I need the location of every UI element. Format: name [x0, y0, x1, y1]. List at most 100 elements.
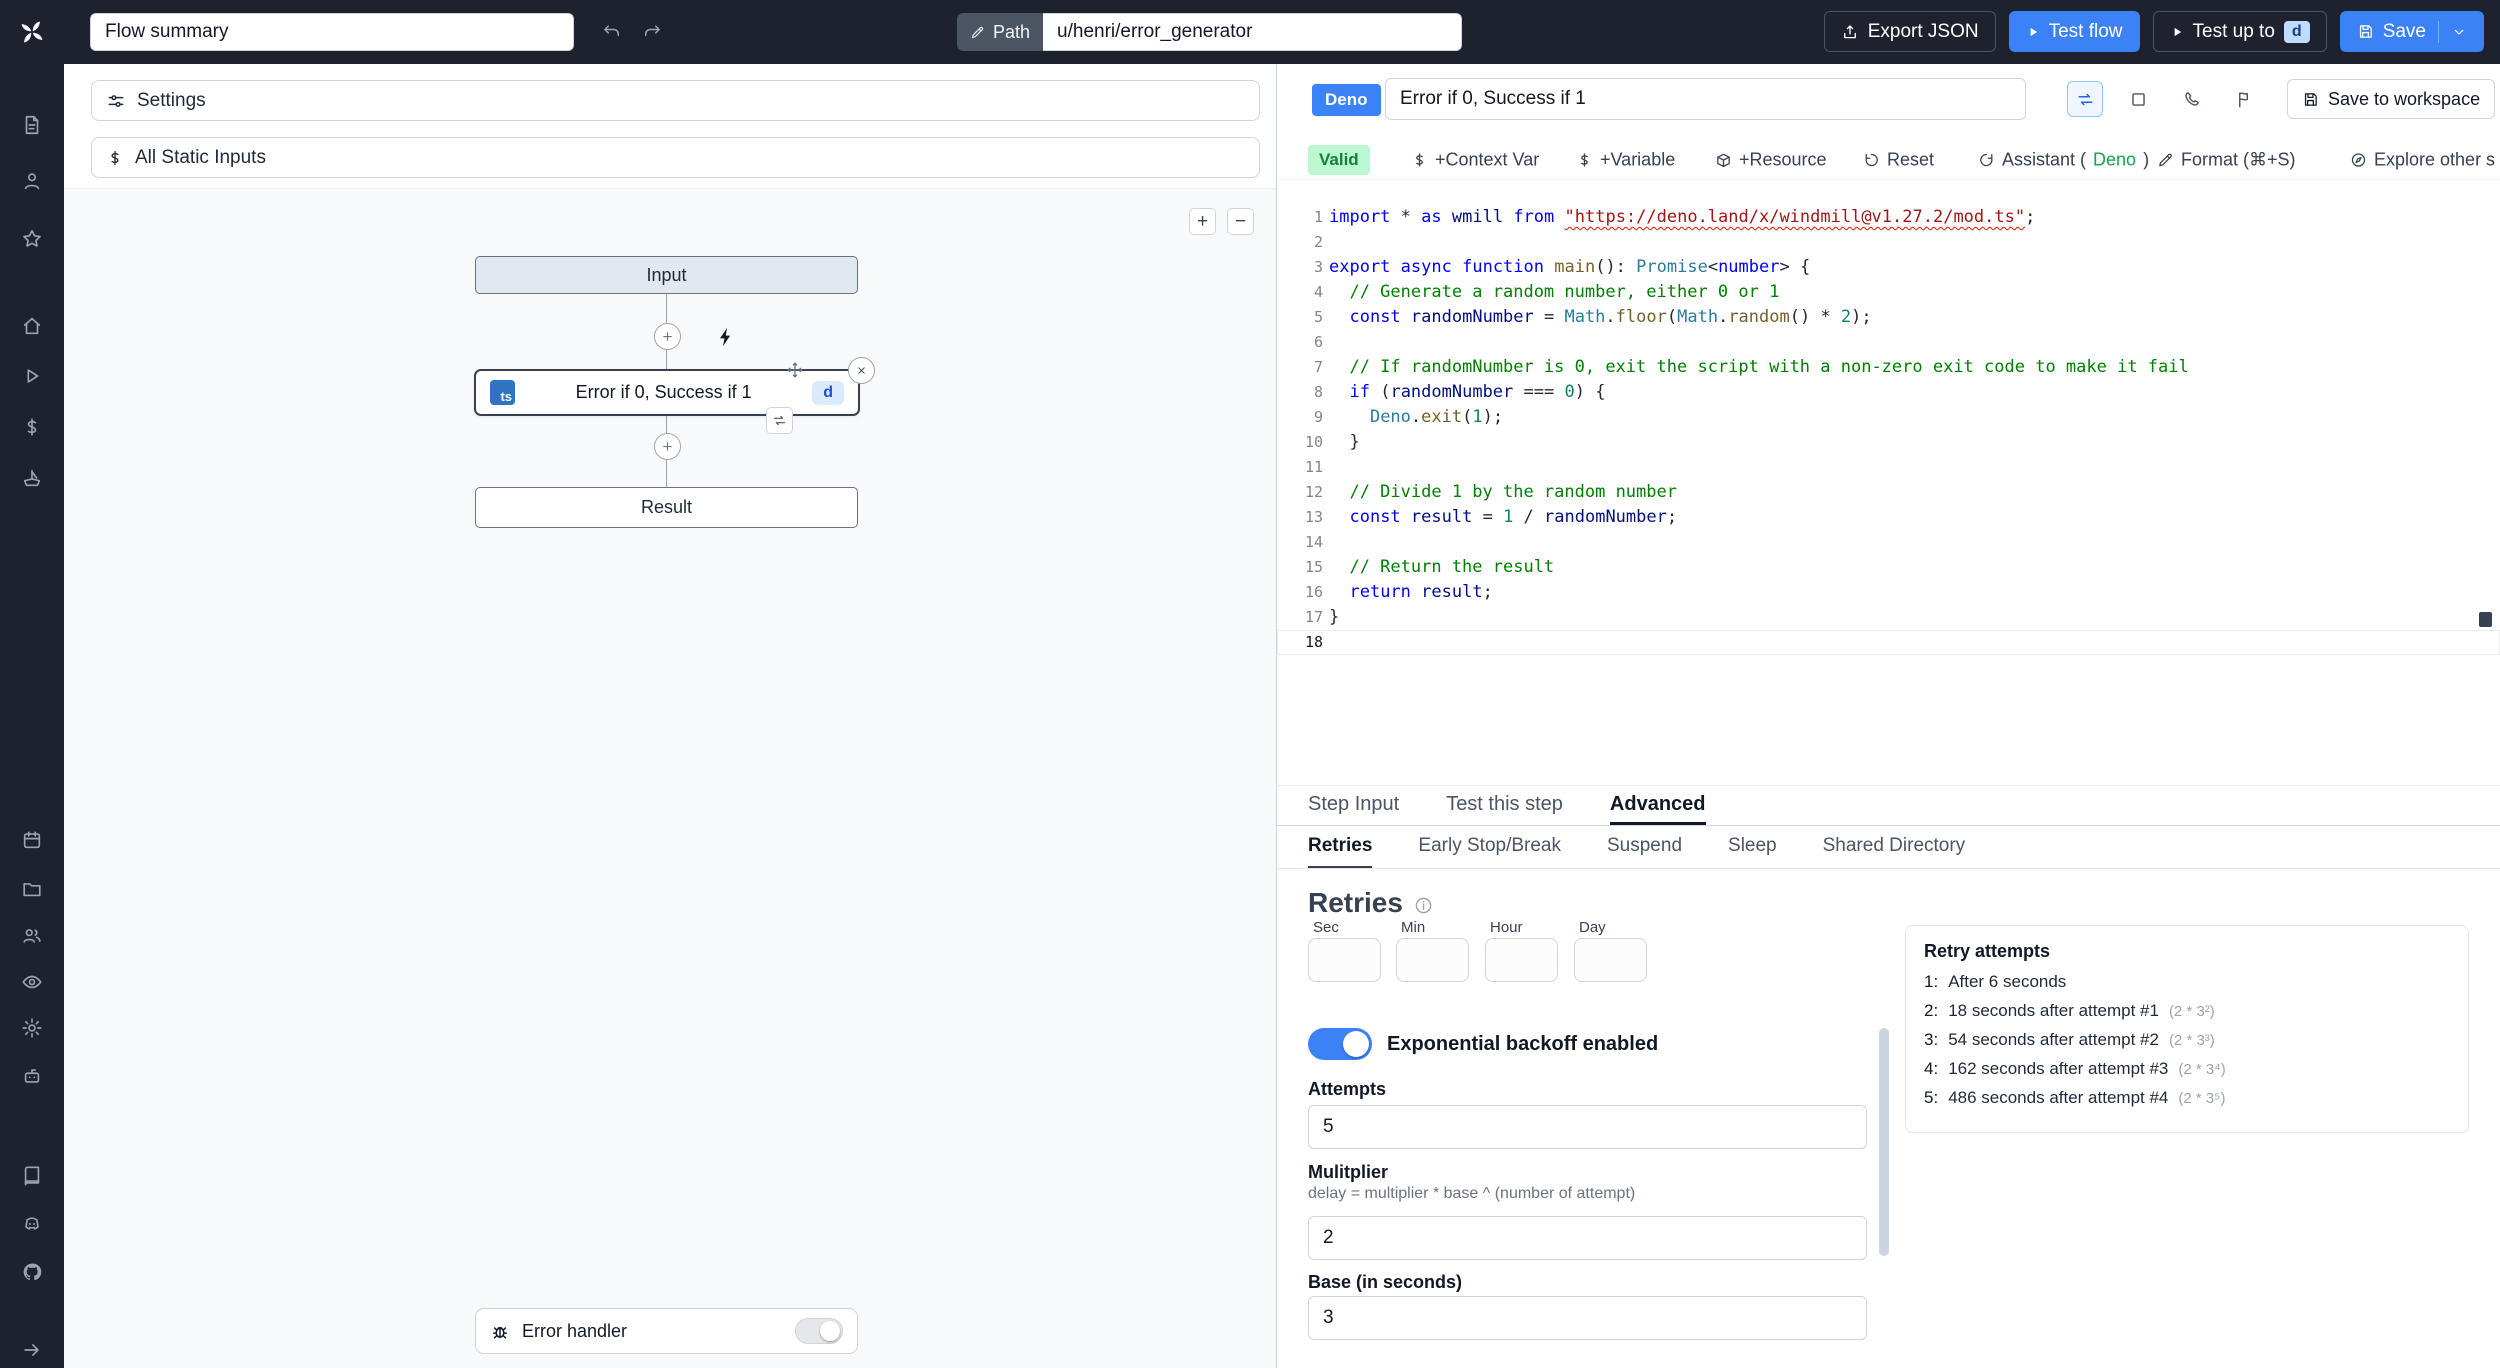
info-icon[interactable] [1414, 896, 1433, 915]
play-solid-icon [2174, 27, 2181, 36]
code-line: 5 const randomNumber = Math.floor(Math.r… [1277, 305, 2500, 330]
phone-icon-button[interactable] [2173, 81, 2209, 117]
toolbar-context-var-button[interactable]: +Context Var [1411, 149, 1539, 170]
dollar-icon [111, 150, 119, 165]
bolt-icon [720, 327, 731, 347]
exponential-backoff-toggle[interactable] [1308, 1028, 1372, 1060]
sidebar-home-button[interactable] [0, 309, 64, 343]
scrollbar-mark[interactable] [2479, 612, 2492, 627]
code-line: 12 // Divide 1 by the random number [1277, 480, 2500, 505]
sidebar-discord-button[interactable] [0, 1207, 64, 1241]
sidebar-gear-button[interactable] [0, 1011, 64, 1045]
users-icon [23, 929, 41, 943]
step-name-input[interactable] [1385, 78, 2026, 120]
sidebar-bot-button[interactable] [0, 1059, 64, 1093]
code-line: 9 Deno.exit(1); [1277, 405, 2500, 430]
chevron-down-icon [2454, 29, 2464, 35]
undo-button[interactable] [594, 14, 630, 50]
multiplier-input[interactable] [1308, 1216, 1867, 1260]
tab-advanced[interactable]: Advanced [1609, 786, 1706, 825]
sidebar-calendar-button[interactable] [0, 823, 64, 857]
time-unit-input-hour[interactable] [1485, 938, 1558, 982]
sidebar-star-button[interactable] [0, 222, 64, 256]
toggle-knob [1343, 1031, 1369, 1057]
save-to-workspace-button[interactable]: Save to workspace [2287, 79, 2496, 119]
tab-test-this-step[interactable]: Test this step [1446, 786, 1563, 825]
sidebar-github-button[interactable] [0, 1255, 64, 1289]
flow-settings-button[interactable]: Settings [91, 80, 1260, 121]
insert-step-button[interactable] [654, 323, 681, 350]
sidebar-folder-button[interactable] [0, 872, 64, 906]
flow-node-step[interactable]: ts Error if 0, Success if 1 d [474, 357, 875, 434]
tab-step-input[interactable]: Step Input [1308, 786, 1399, 825]
diff-icon-button[interactable] [2120, 81, 2156, 117]
play-icon [2026, 25, 2040, 39]
sidebar-dollar-button[interactable] [0, 410, 64, 444]
bolt-icon-button[interactable] [712, 323, 740, 351]
sidebar-eye-button[interactable] [0, 965, 64, 999]
subtab-retries[interactable]: Retries [1308, 826, 1373, 868]
toolbar-reset-button[interactable]: Reset [1863, 149, 1934, 170]
sync-icon-button[interactable] [2067, 81, 2103, 117]
subtab-early-stop-break[interactable]: Early Stop/Break [1418, 826, 1561, 868]
toolbar-explore-button[interactable]: Explore other s [2350, 149, 2495, 170]
test-up-to-button[interactable]: Test up to d [2152, 11, 2327, 52]
code-line: 8 if (randomNumber === 0) { [1277, 380, 2500, 405]
code-lines: 1 import * as wmill from "https://deno.la… [1277, 205, 2500, 655]
base-input[interactable] [1308, 1296, 1867, 1340]
redo-button[interactable] [634, 14, 670, 50]
subtab-sleep[interactable]: Sleep [1728, 826, 1777, 868]
sidebar-user-button[interactable] [0, 164, 64, 198]
flow-canvas[interactable]: + − Input ts Error if 0, Success if 1 d … [64, 188, 1276, 1368]
all-static-inputs-button[interactable]: All Static Inputs [91, 137, 1260, 178]
flow-summary-input[interactable] [90, 13, 574, 51]
retry-attempt-row: 2: 18 seconds after attempt #1 (2 * 3²) [1924, 1001, 2215, 1020]
error-handler-toggle[interactable] [795, 1318, 843, 1344]
scrollbar-thumb[interactable] [1879, 1028, 1889, 1256]
chevron-down-icon[interactable] [2451, 24, 2467, 40]
attempts-label: Attempts [1308, 1079, 1387, 1099]
backoff-row: Exponential backoff enabled [1308, 1028, 1658, 1060]
windmill-logo[interactable] [0, 0, 64, 64]
save-button[interactable]: Save [2339, 11, 2484, 52]
sidebar-document-button[interactable] [0, 108, 64, 142]
code-line: 18 [1277, 630, 2500, 655]
retry-attempts-box: Retry attempts 1: After 6 seconds 2: 18 sec… [1905, 925, 2469, 1133]
sidebar-play-button[interactable] [0, 359, 64, 393]
attempts-input[interactable] [1308, 1105, 1867, 1149]
code-line: 3 export async function main(): Promise<n… [1277, 255, 2500, 280]
toolbar-resource-button[interactable]: +Resource [1715, 149, 1827, 170]
line-number: 12 [1304, 483, 1323, 501]
flow-node-result[interactable]: Result [475, 487, 858, 528]
loop-node-button[interactable] [766, 407, 793, 434]
subtab-suspend[interactable]: Suspend [1607, 826, 1682, 868]
export-json-button[interactable]: Export JSON [1823, 11, 1996, 52]
flow-panel: Settings All Static Inputs + − Input ts … [64, 64, 1276, 1368]
sidebar-book-button[interactable] [0, 1159, 64, 1193]
typescript-badge: ts [490, 380, 515, 405]
sidebar-ship-button[interactable] [0, 461, 64, 495]
time-unit-input-day[interactable] [1574, 938, 1647, 982]
toolbar-assistant-button[interactable]: Assistant (Deno) [1978, 149, 2149, 170]
left-icon-sidebar [0, 64, 64, 1368]
toolbar-format-button[interactable]: Format (⌘+S) [2157, 149, 2296, 170]
code-editor[interactable]: 1 import * as wmill from "https://deno.la… [1277, 180, 2500, 785]
test-flow-button[interactable]: Test flow [2008, 11, 2140, 52]
insert-step-button[interactable] [654, 433, 681, 460]
time-unit-input-sec[interactable] [1308, 938, 1381, 982]
subtab-shared-directory[interactable]: Shared Directory [1823, 826, 1966, 868]
error-handler-row[interactable]: Error handler [475, 1308, 858, 1354]
sidebar-expand-button[interactable] [0, 1333, 64, 1367]
zoom-out-button[interactable]: − [1227, 208, 1254, 235]
sidebar-users-button[interactable] [0, 918, 64, 952]
zoom-in-button[interactable]: + [1189, 208, 1216, 235]
time-unit-input-min[interactable] [1396, 938, 1469, 982]
path-input[interactable] [1043, 13, 1463, 51]
flow-node-input[interactable]: Input [475, 256, 858, 294]
code-line: 17} [1277, 605, 2500, 630]
move-node-handle[interactable] [782, 357, 807, 382]
delete-node-button[interactable] [848, 357, 875, 384]
flag-icon-button[interactable] [2226, 81, 2262, 117]
topbar: Path Export JSON Test flow Test up to d … [0, 0, 2500, 64]
toolbar-variable-button[interactable]: +Variable [1576, 149, 1675, 170]
